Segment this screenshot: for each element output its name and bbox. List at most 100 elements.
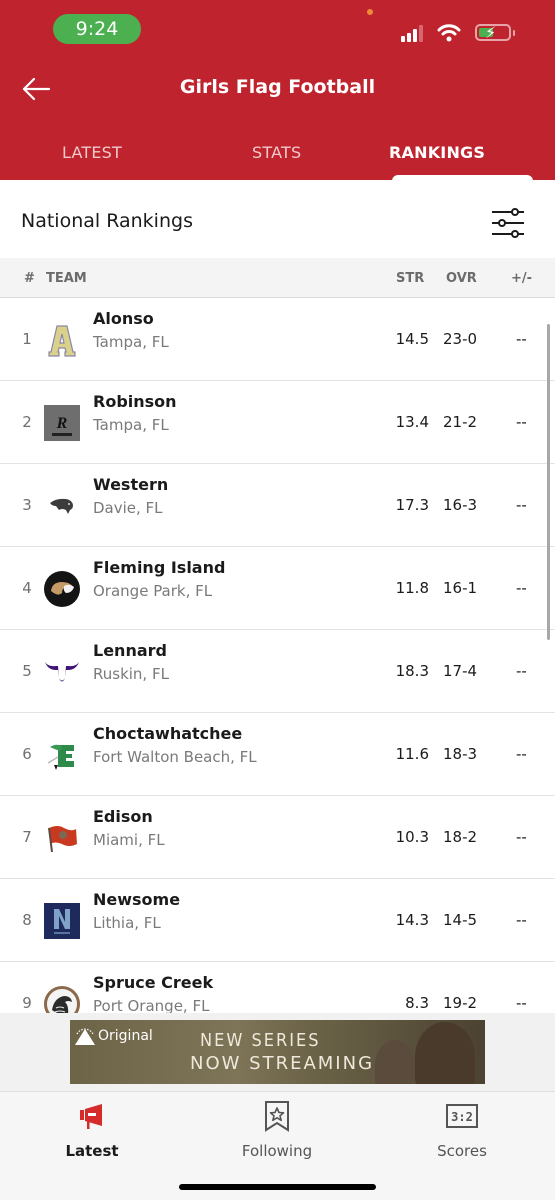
team-name[interactable]: Spruce Creek bbox=[93, 973, 213, 992]
team-location: Lithia, FL bbox=[93, 914, 161, 932]
table-row[interactable]: 7 Edison Miami, FL 10.3 18-2 -- bbox=[0, 796, 555, 879]
col-change[interactable]: +/- bbox=[511, 271, 532, 286]
rankings-list[interactable]: 1 Alonso Tampa, FL 14.5 23-0 -- 2 R Robi… bbox=[0, 298, 555, 1013]
team-str: 11.8 bbox=[395, 579, 429, 597]
svg-text:3:2: 3:2 bbox=[451, 1110, 473, 1124]
rank: 3 bbox=[22, 496, 32, 514]
ad-headline-2: NOW STREAMING bbox=[190, 1053, 375, 1074]
team-change: -- bbox=[516, 911, 527, 929]
lennard-longhorn-logo-icon bbox=[45, 662, 79, 682]
ad-figure-2 bbox=[415, 1022, 475, 1084]
team-ovr: 16-3 bbox=[443, 496, 478, 514]
table-header: # TEAM STR OVR +/- bbox=[0, 258, 555, 298]
team-name[interactable]: Newsome bbox=[93, 890, 180, 909]
status-time: 9:24 bbox=[53, 14, 141, 44]
edison-flag-logo-icon bbox=[48, 826, 77, 853]
charging-bolt-icon: ⚡ bbox=[485, 23, 497, 42]
team-location: Miami, FL bbox=[93, 831, 165, 849]
table-row[interactable]: 3 Western Davie, FL 17.3 16-3 -- bbox=[0, 464, 555, 547]
ad-banner[interactable]: Original NEW SERIES NOW STREAMING bbox=[70, 1020, 485, 1084]
choctawhatchee-logo-icon bbox=[47, 744, 74, 770]
western-panther-logo-icon bbox=[50, 498, 73, 514]
rank: 8 bbox=[22, 911, 32, 929]
team-ovr: 17-4 bbox=[443, 662, 478, 680]
table-row[interactable]: 1 Alonso Tampa, FL 14.5 23-0 -- bbox=[0, 298, 555, 381]
team-location: Davie, FL bbox=[93, 499, 163, 517]
table-row[interactable]: 4 Fleming Island Orange Park, FL 11.8 16… bbox=[0, 547, 555, 630]
home-indicator[interactable] bbox=[179, 1184, 376, 1190]
section-header: National Rankings bbox=[0, 180, 555, 258]
team-ovr: 19-2 bbox=[443, 994, 478, 1012]
svg-text:R: R bbox=[56, 415, 68, 432]
section-title: National Rankings bbox=[21, 210, 193, 232]
team-str: 8.3 bbox=[405, 994, 429, 1012]
rank: 9 bbox=[22, 994, 32, 1012]
team-change: -- bbox=[516, 496, 527, 514]
col-rank: # bbox=[24, 271, 35, 286]
filter-sliders-icon[interactable] bbox=[490, 208, 526, 238]
section-tabs: LATEST STATS RANKINGS bbox=[0, 140, 555, 180]
rank: 6 bbox=[22, 745, 32, 763]
rank: 2 bbox=[22, 413, 32, 431]
team-str: 14.5 bbox=[395, 330, 429, 348]
team-str: 18.3 bbox=[395, 662, 429, 680]
team-location: Orange Park, FL bbox=[93, 582, 213, 600]
team-change: -- bbox=[516, 994, 527, 1012]
tabbar-following-label: Following bbox=[241, 1142, 313, 1160]
ad-container: Original NEW SERIES NOW STREAMING bbox=[0, 1013, 555, 1091]
list-scrollbar[interactable] bbox=[547, 324, 550, 640]
table-row[interactable]: 5 Lennard Ruskin, FL 18.3 17-4 -- bbox=[0, 630, 555, 713]
team-ovr: 16-1 bbox=[443, 579, 478, 597]
rank: 7 bbox=[22, 828, 32, 846]
privacy-indicator-dot bbox=[367, 9, 373, 15]
status-icons: ⚡ bbox=[375, 22, 515, 44]
team-name[interactable]: Lennard bbox=[93, 641, 167, 660]
team-str: 10.3 bbox=[395, 828, 429, 846]
team-location: Tampa, FL bbox=[93, 333, 169, 351]
app-header: 9:24 ⚡ Girls Flag Football LATEST STATS … bbox=[0, 0, 555, 180]
team-ovr: 18-3 bbox=[443, 745, 478, 763]
bookmark-star-icon bbox=[265, 1101, 289, 1132]
fleming-island-eagle-logo-icon bbox=[44, 571, 80, 607]
team-change: -- bbox=[516, 662, 527, 680]
team-change: -- bbox=[516, 579, 527, 597]
rank: 5 bbox=[22, 662, 32, 680]
team-location: Tampa, FL bbox=[93, 416, 169, 434]
tabbar-latest[interactable]: Latest bbox=[32, 1100, 152, 1160]
team-name[interactable]: Western bbox=[93, 475, 168, 494]
tabbar-scores[interactable]: 3:2 Scores bbox=[402, 1100, 522, 1160]
team-change: -- bbox=[516, 745, 527, 763]
ad-headline-1: NEW SERIES bbox=[200, 1030, 321, 1051]
team-ovr: 21-2 bbox=[443, 413, 478, 431]
alonso-logo-icon bbox=[48, 325, 76, 357]
team-change: -- bbox=[516, 413, 527, 431]
newsome-logo-icon bbox=[44, 903, 80, 939]
tab-stats[interactable]: STATS bbox=[252, 143, 301, 162]
team-str: 11.6 bbox=[395, 745, 429, 763]
team-name[interactable]: Alonso bbox=[93, 309, 154, 328]
team-str: 17.3 bbox=[395, 496, 429, 514]
table-row[interactable]: 6 Choctawhatchee Fort Walton Beach, FL 1… bbox=[0, 713, 555, 796]
table-row[interactable]: 9 Spruce Creek Port Orange, FL 8.3 19-2 … bbox=[0, 962, 555, 1013]
team-str: 13.4 bbox=[395, 413, 429, 431]
team-location: Ruskin, FL bbox=[93, 665, 169, 683]
team-change: -- bbox=[516, 828, 527, 846]
team-name[interactable]: Fleming Island bbox=[93, 558, 225, 577]
col-ovr[interactable]: OVR bbox=[446, 271, 477, 286]
team-name[interactable]: Choctawhatchee bbox=[93, 724, 242, 743]
rank: 1 bbox=[22, 330, 32, 348]
team-str: 14.3 bbox=[395, 911, 429, 929]
rank: 4 bbox=[22, 579, 32, 597]
team-name[interactable]: Robinson bbox=[93, 392, 177, 411]
team-ovr: 14-5 bbox=[443, 911, 478, 929]
col-str[interactable]: STR bbox=[396, 271, 424, 286]
megaphone-icon bbox=[80, 1104, 102, 1129]
table-row[interactable]: 2 R Robinson Tampa, FL 13.4 21-2 -- bbox=[0, 381, 555, 464]
tabbar-following[interactable]: Following bbox=[217, 1100, 337, 1160]
team-name[interactable]: Edison bbox=[93, 807, 153, 826]
scoreboard-icon: 3:2 bbox=[446, 1104, 478, 1128]
tabbar-scores-label: Scores bbox=[437, 1142, 487, 1160]
tab-latest[interactable]: LATEST bbox=[62, 143, 122, 162]
tab-rankings[interactable]: RANKINGS bbox=[389, 143, 485, 162]
table-row[interactable]: 8 Newsome Lithia, FL 14.3 14-5 -- bbox=[0, 879, 555, 962]
